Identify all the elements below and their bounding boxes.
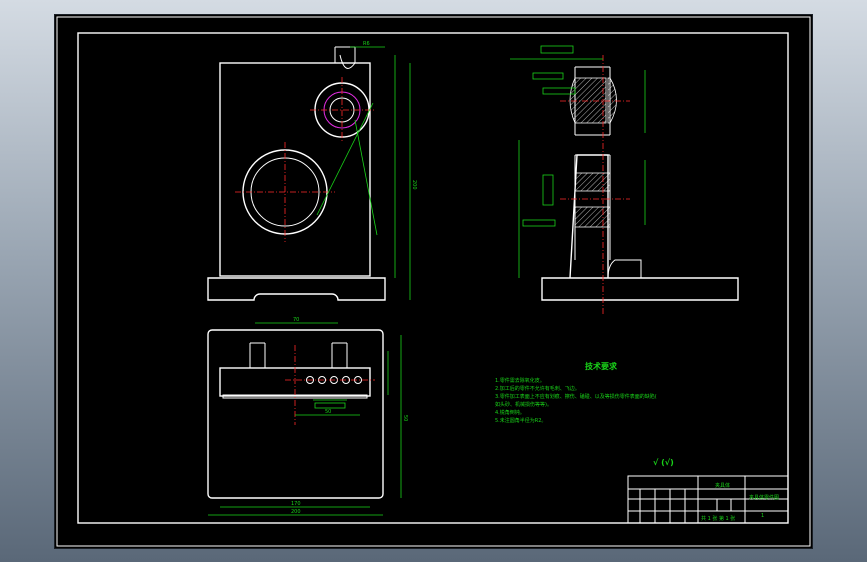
req-1: 1.零件需去除氧化皮。: [495, 377, 545, 384]
dim-height: 200: [411, 180, 417, 190]
part-name: 夹具体: [715, 482, 730, 489]
roughness-symbol: √ (√): [653, 458, 674, 467]
tech-title: 技术要求: [585, 361, 618, 371]
cad-drawing: R6 200 70 50 170 200 50 技术要求 1.零件需去除氧化皮。…: [56, 16, 811, 547]
sheet-count: 共 1 张 第 1 张: [701, 515, 735, 522]
req-6: 5.未注圆角半径为R2。: [495, 417, 546, 424]
top-view: 70 50 170 200 50: [207, 317, 408, 516]
front-view: R6 200: [207, 41, 417, 301]
side-view: [510, 45, 739, 315]
drawing-sheet: R6 200 70 50 170 200 50 技术要求 1.零件需去除氧化皮。…: [55, 15, 812, 548]
outer-border: [56, 16, 811, 547]
req-5: 4.锐角倒钝。: [495, 409, 525, 416]
dim-width-170: 170: [291, 501, 301, 507]
scale-value: 1: [761, 513, 764, 519]
req-2: 2.加工后的零件不允许有毛刺、飞边。: [495, 385, 580, 392]
dim-depth: 50: [402, 415, 408, 421]
title-block: 夹具体 夹具体零件图 1 共 1 张 第 1 张: [627, 475, 789, 524]
dim-r6: R6: [363, 41, 370, 47]
req-4: 如头砂、机械损伤等等)。: [495, 401, 552, 408]
drawing-name: 夹具体零件图: [749, 494, 779, 501]
dim-width-200: 200: [291, 509, 301, 515]
dim-slot-span: 70: [293, 317, 299, 323]
req-3: 3.零件加工表面上不应有划痕、擦伤、磕碰、以及等损伤零件表面的缺陷(: [495, 393, 657, 400]
technical-requirements: 技术要求 1.零件需去除氧化皮。 2.加工后的零件不允许有毛刺、飞边。 3.零件…: [495, 361, 674, 467]
dim-hole-span: 50: [325, 409, 331, 415]
